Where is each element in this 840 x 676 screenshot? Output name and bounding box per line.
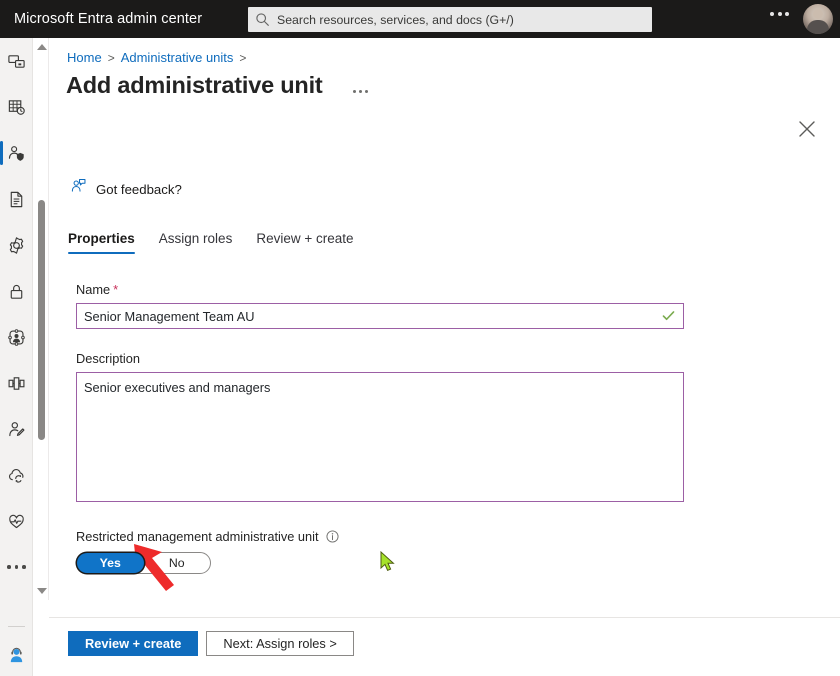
tab-review-create[interactable]: Review + create [256, 231, 353, 254]
name-field-wrapper [76, 303, 684, 329]
sidebar-item-devices[interactable] [0, 38, 33, 84]
breadcrumb-item-home[interactable]: Home [67, 50, 102, 65]
sidebar-item-support[interactable] [0, 638, 33, 676]
sidebar-item-hybrid-management[interactable] [0, 452, 33, 498]
entra-admin-center-window: Microsoft Entra admin center Search reso… [0, 0, 840, 676]
permissions-management-icon [7, 374, 26, 393]
breadcrumb-separator: > [107, 50, 115, 65]
name-input[interactable] [76, 303, 684, 329]
sidebar-item-settings[interactable] [0, 222, 33, 268]
ellipsis-icon [7, 565, 26, 569]
feedback-icon [70, 178, 87, 200]
toggle-option-no[interactable]: No [144, 553, 211, 573]
identity-governance-icon [7, 144, 26, 163]
sidebar-item-health[interactable] [0, 498, 33, 544]
page-title: Add administrative unit [66, 72, 323, 98]
info-icon[interactable] [326, 530, 339, 543]
sidebar-item-show-more[interactable] [0, 544, 33, 590]
search-placeholder-text: Search resources, services, and docs (G+… [277, 12, 514, 27]
search-icon [255, 12, 270, 27]
global-top-bar: Microsoft Entra admin center Search reso… [0, 0, 840, 38]
add-administrative-unit-blade: Home > Administrative units > Add admini… [49, 38, 840, 676]
document-icon [7, 190, 26, 209]
sidebar-item-verified-id[interactable] [0, 176, 33, 222]
sidebar-item-entitlement-management[interactable] [0, 590, 33, 600]
heart-pulse-icon [7, 512, 26, 531]
cloud-sync-icon [7, 466, 26, 485]
got-feedback-link[interactable]: Got feedback? [70, 178, 182, 200]
apps-grid-icon [7, 98, 26, 117]
breadcrumb-item-administrative-units[interactable]: Administrative units [121, 50, 234, 65]
close-icon[interactable] [796, 118, 818, 140]
description-input[interactable] [76, 372, 684, 502]
sidebar-item-applications[interactable] [0, 84, 33, 130]
lock-icon [7, 282, 26, 301]
tab-properties[interactable]: Properties [68, 231, 135, 254]
global-search-input[interactable]: Search resources, services, and docs (G+… [248, 7, 652, 32]
properties-form: Name * Description Restricted management… [76, 282, 716, 574]
description-label-text: Description [76, 351, 141, 366]
tab-assign-roles[interactable]: Assign roles [159, 231, 233, 254]
toggle-option-yes[interactable]: Yes [77, 553, 144, 573]
rail-scrollbar[interactable] [34, 38, 49, 600]
next-assign-roles-button[interactable]: Next: Assign roles > [206, 631, 354, 656]
sidebar-item-permissions-management[interactable] [0, 360, 33, 406]
left-nav-rail: » [0, 38, 33, 676]
avatar[interactable] [803, 4, 833, 34]
wizard-tabs: Properties Assign roles Review + create [68, 231, 354, 254]
breadcrumb-separator: > [239, 50, 247, 65]
rail-divider [8, 626, 25, 627]
brand-title: Microsoft Entra admin center [14, 11, 203, 27]
user-edit-icon [7, 420, 26, 439]
scroll-down-arrow-icon[interactable] [34, 584, 49, 598]
sidebar-item-identity-governance[interactable] [0, 130, 33, 176]
required-marker: * [113, 282, 119, 297]
name-field-label: Name * [76, 282, 716, 297]
blade-footer: Review + create Next: Assign roles > [68, 631, 354, 656]
sidebar-item-identity-protection[interactable] [0, 314, 33, 360]
restricted-management-label-text: Restricted management administrative uni… [76, 529, 319, 544]
name-label-text: Name [76, 282, 111, 297]
footer-divider [49, 617, 840, 618]
restricted-management-toggle[interactable]: Yes No [76, 552, 211, 574]
devices-icon [7, 52, 26, 71]
review-create-button[interactable]: Review + create [68, 631, 199, 656]
gear-icon [7, 236, 26, 255]
restricted-management-label: Restricted management administrative uni… [76, 529, 716, 544]
more-options-icon[interactable] [353, 90, 368, 93]
breadcrumb: Home > Administrative units > [67, 50, 246, 65]
sidebar-item-protection[interactable] [0, 268, 33, 314]
rail-scroll-region [0, 38, 33, 600]
sidebar-item-user-settings[interactable] [0, 406, 33, 452]
scroll-up-arrow-icon[interactable] [34, 40, 49, 54]
scrollbar-thumb[interactable] [38, 200, 45, 440]
got-feedback-label: Got feedback? [96, 181, 182, 197]
description-field-label: Description [76, 351, 716, 366]
more-options-icon[interactable] [770, 12, 789, 16]
identity-protection-icon [7, 328, 26, 347]
support-agent-icon [7, 646, 26, 670]
